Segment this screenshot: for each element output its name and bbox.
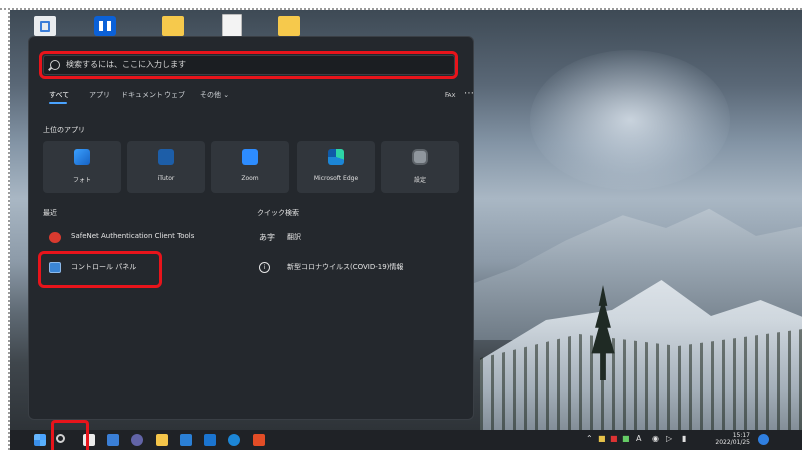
system-tray: ⌃ ■ ■ ■ A ◉ ▷ ▮ 15:17 2022/01/25	[586, 432, 786, 447]
app-tile-itutor[interactable]: iTutor	[127, 141, 205, 193]
office-icon[interactable]	[253, 434, 265, 446]
search-input[interactable]: 検索するには、ここに入力します	[43, 55, 455, 75]
control-panel-icon	[49, 262, 61, 273]
app-tile-label: iTutor	[157, 175, 175, 182]
info-icon: i	[259, 262, 270, 273]
app-tile-settings[interactable]: 設定	[381, 141, 459, 193]
more-options-icon[interactable]: ⋯	[464, 88, 475, 99]
volume-icon[interactable]: ▷	[666, 434, 672, 443]
teams-chat-icon[interactable]	[131, 434, 143, 446]
file-explorer-icon[interactable]	[156, 434, 168, 446]
search-placeholder: 検索するには、ここに入力します	[66, 60, 186, 69]
recycle-bin-icon[interactable]	[34, 16, 56, 36]
recent-title: 最近	[43, 209, 57, 217]
recent-item-label: コントロール パネル	[71, 263, 137, 271]
document-icon[interactable]	[222, 14, 242, 38]
tray-app-icon[interactable]: ■	[622, 434, 630, 443]
tab-apps[interactable]: アプリ	[89, 90, 110, 100]
app-tile-edge[interactable]: Microsoft Edge	[297, 141, 375, 193]
app-tile-label: Microsoft Edge	[313, 175, 359, 182]
wallpaper-sky	[530, 50, 730, 190]
tab-documents[interactable]: ドキュメント	[121, 90, 163, 100]
app-tile-label: 設定	[413, 177, 426, 184]
app-tile-photos[interactable]: フォト	[43, 141, 121, 193]
zoom-icon	[242, 149, 258, 165]
quick-item-label: 翻訳	[287, 233, 301, 241]
app-tile-zoom[interactable]: Zoom	[211, 141, 289, 193]
tray-app-icon[interactable]: ■	[598, 434, 606, 443]
tray-app-icon[interactable]: ■	[610, 434, 618, 443]
chevron-up-icon[interactable]: ⌃	[586, 434, 593, 443]
ime-indicator[interactable]: A	[636, 434, 641, 443]
desktop-icons	[30, 10, 310, 38]
screenshot-frame: 検索するには、ここに入力します すべて アプリ ドキュメント ウェブ その他 ⌄…	[0, 0, 802, 450]
mail-icon[interactable]	[204, 434, 216, 446]
battery-icon[interactable]: ▮	[682, 434, 686, 443]
quick-search-title: クイック検索	[257, 209, 299, 217]
task-view-icon[interactable]	[83, 434, 95, 446]
taskbar-search-icon[interactable]	[56, 434, 65, 443]
taskbar: ⌃ ■ ■ ■ A ◉ ▷ ▮ 15:17 2022/01/25	[10, 430, 802, 450]
edge-icon	[328, 149, 344, 165]
notification-icon[interactable]	[758, 434, 769, 445]
recent-item-safenet[interactable]: SafeNet Authentication Client Tools	[49, 230, 239, 246]
tab-selected-indicator	[49, 102, 67, 104]
safenet-icon	[49, 232, 61, 243]
folder-icon[interactable]	[162, 16, 184, 36]
quick-item-label: 新型コロナウイルス(COVID-19)情報	[287, 263, 404, 271]
store-icon[interactable]	[180, 434, 192, 446]
recent-item-label: SafeNet Authentication Client Tools	[71, 232, 195, 240]
app-tile-label: フォト	[72, 177, 91, 184]
clock-date: 2022/01/25	[715, 439, 750, 446]
itutor-icon	[158, 149, 174, 165]
edge-taskbar-icon[interactable]	[228, 434, 240, 446]
translate-icon: あ字	[259, 233, 275, 242]
quick-item-translate[interactable]: あ字 翻訳	[259, 230, 459, 246]
clock-time: 15:17	[732, 432, 750, 439]
quick-item-covid-info[interactable]: i 新型コロナウイルス(COVID-19)情報	[259, 260, 459, 276]
share-icon[interactable]: ℻	[445, 90, 456, 100]
filter-tabs: すべて アプリ ドキュメント ウェブ その他 ⌄ ℻ ⋯	[49, 88, 474, 104]
tab-all[interactable]: すべて	[49, 90, 69, 100]
dotted-border-left	[8, 8, 10, 450]
settings-icon	[414, 151, 426, 163]
clock[interactable]: 15:17 2022/01/25	[698, 432, 750, 446]
search-icon	[50, 60, 60, 70]
top-apps-title: 上位のアプリ	[43, 126, 85, 134]
folder-icon[interactable]	[278, 16, 300, 36]
app-tile-label: Zoom	[241, 175, 259, 182]
photos-icon	[74, 149, 90, 165]
tab-more[interactable]: その他 ⌄	[200, 90, 229, 100]
start-menu-search-panel: 検索するには、ここに入力します すべて アプリ ドキュメント ウェブ その他 ⌄…	[28, 36, 474, 420]
widgets-icon[interactable]	[107, 434, 119, 446]
windows-start-icon[interactable]	[34, 434, 46, 446]
dropbox-icon[interactable]	[94, 16, 116, 36]
wifi-icon[interactable]: ◉	[652, 434, 659, 443]
recent-item-control-panel[interactable]: コントロール パネル	[49, 260, 239, 276]
tab-web[interactable]: ウェブ	[164, 90, 185, 100]
